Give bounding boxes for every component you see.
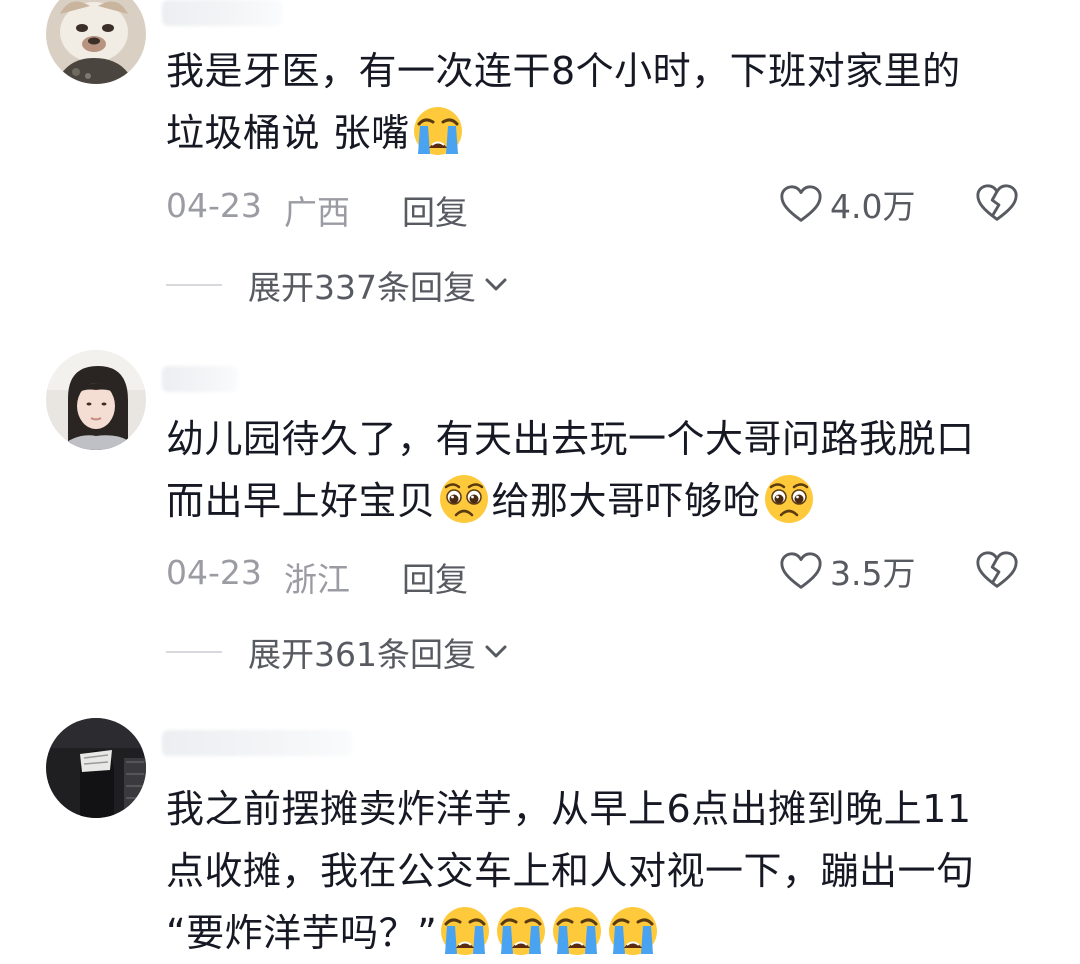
like-button[interactable]: 3.5万 <box>778 547 915 595</box>
chevron-down-icon <box>482 271 510 299</box>
username-redacted[interactable] <box>162 366 238 392</box>
reply-button[interactable]: 回复 <box>402 553 468 601</box>
dislike-button[interactable] <box>974 547 1020 601</box>
avatar[interactable] <box>46 0 146 84</box>
comment-text: 我之前摆摊卖炸洋芋，从早上6点出摊到晚上11 点收摊，我在公交车上和人对视一下，… <box>166 778 1046 964</box>
like-count: 3.5万 <box>830 554 916 593</box>
expand-replies-label: 展开361条回复 <box>248 635 476 674</box>
comment-region: 浙江 <box>284 560 350 599</box>
heart-outline-icon <box>778 181 824 227</box>
pleading-face-icon <box>437 472 491 526</box>
divider-line <box>166 651 222 653</box>
broken-heart-icon <box>974 547 1020 593</box>
loudly-crying-face-icon <box>438 904 492 958</box>
broken-heart-icon <box>974 180 1020 226</box>
chevron-down-icon <box>482 638 510 666</box>
dislike-button[interactable] <box>974 180 1020 234</box>
comment-line-with-emoji: 而出早上好宝贝 给那大哥吓够呛 <box>166 470 1046 532</box>
comment-line-with-emoji: “要炸洋芋吗？” <box>166 902 1046 964</box>
comment-line-text: 给那大哥吓够呛 <box>491 479 762 523</box>
comment-text: 幼儿园待久了，有天出去玩一个大哥问路我脱口 而出早上好宝贝 给那大哥吓够呛 <box>166 408 1046 532</box>
divider-line <box>166 284 222 286</box>
expand-replies-button[interactable]: 展开337条回复 <box>166 260 510 310</box>
loudly-crying-face-icon <box>606 904 660 958</box>
username-redacted[interactable] <box>162 0 282 26</box>
comment-line-text: “要炸洋芋吗？” <box>166 911 438 955</box>
heart-outline-icon <box>778 548 824 594</box>
comment-line-text: 而出早上好宝贝 <box>166 479 436 523</box>
avatar[interactable] <box>46 350 146 450</box>
comment-text: 我是牙医，有一次连干8个小时，下班对家里的 垃圾桶说 张嘴 <box>166 40 1046 164</box>
comment-date: 04-23 <box>166 186 262 225</box>
pleading-face-icon <box>762 472 816 526</box>
loudly-crying-face-icon <box>550 904 604 958</box>
comment-line: 点收摊，我在公交车上和人对视一下，蹦出一句 <box>166 849 975 893</box>
expand-replies-button[interactable]: 展开361条回复 <box>166 627 510 677</box>
username-redacted[interactable] <box>162 730 352 756</box>
comment-line-text: 垃圾桶说 张嘴 <box>166 111 410 155</box>
reply-button[interactable]: 回复 <box>402 186 468 234</box>
comment-line: 我是牙医，有一次连干8个小时，下班对家里的 <box>166 49 961 93</box>
comment-region: 广西 <box>284 193 350 232</box>
comment-line-with-emoji: 垃圾桶说 张嘴 <box>166 102 1046 164</box>
comment-date: 04-23 <box>166 553 262 592</box>
comment-meta: 04-23 广西 回复 4.0万 <box>166 174 1046 234</box>
loudly-crying-face-icon <box>494 904 548 958</box>
like-button[interactable]: 4.0万 <box>778 180 915 228</box>
expand-replies-label: 展开337条回复 <box>248 268 476 307</box>
comment-line: 我之前摆摊卖炸洋芋，从早上6点出摊到晚上11 <box>166 787 972 831</box>
comment-meta: 04-23 浙江 回复 3.5万 <box>166 541 1046 601</box>
loudly-crying-face-icon <box>411 104 465 158</box>
avatar[interactable] <box>46 718 146 818</box>
like-count: 4.0万 <box>830 187 916 226</box>
comment-line: 幼儿园待久了，有天出去玩一个大哥问路我脱口 <box>166 417 975 461</box>
